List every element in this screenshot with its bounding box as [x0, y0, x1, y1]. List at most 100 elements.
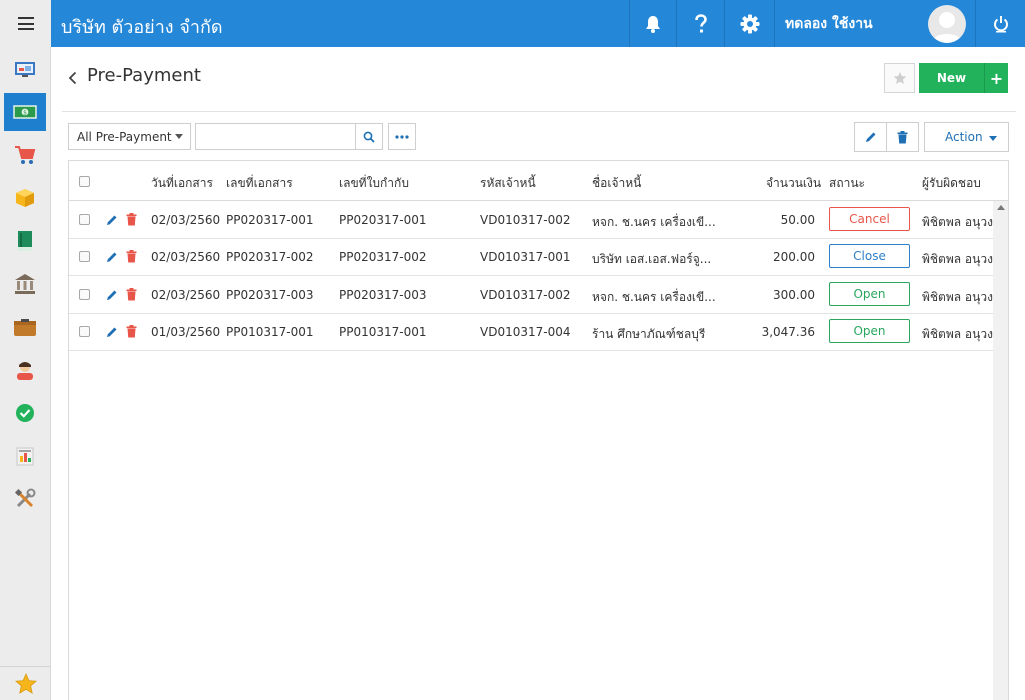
report-icon — [16, 447, 34, 466]
cell-owner: พิชิตพล อนุวงศ์ — [922, 327, 993, 341]
bank-icon — [15, 274, 35, 294]
gear-icon — [740, 14, 759, 33]
cell-doc-no: PP010317-001 — [226, 325, 314, 339]
cell-creditor-name: หจก. ช.นคร เครื่องเขี... — [592, 290, 716, 304]
cell-doc-date: 02/03/2560 — [151, 250, 221, 264]
sidebar-item-dashboard[interactable] — [4, 50, 46, 88]
book-icon — [18, 231, 32, 251]
sidebar-item-book[interactable] — [4, 222, 46, 260]
scroll-up-icon[interactable] — [997, 205, 1005, 210]
table-row[interactable]: 01/03/2560 PP010317-001 PP010317-001 VD0… — [69, 313, 993, 351]
cell-amount: 200.00 — [773, 250, 815, 264]
col-header-doc-date[interactable]: วันที่เอกสาร — [151, 174, 213, 193]
search-button[interactable] — [355, 123, 383, 150]
cell-creditor-code: VD010317-002 — [480, 288, 571, 302]
trash-icon[interactable] — [126, 250, 137, 263]
cell-owner: พิชิตพล อนุวงศ์ — [922, 290, 993, 304]
pencil-icon[interactable] — [106, 326, 118, 338]
logout-button[interactable] — [975, 0, 1025, 47]
sidebar-item-money[interactable]: $ — [4, 93, 46, 131]
pencil-icon[interactable] — [106, 251, 118, 263]
favorites-button[interactable] — [0, 666, 51, 700]
vertical-scrollbar[interactable] — [993, 201, 1008, 700]
cart-icon — [15, 146, 36, 164]
sidebar-item-cart[interactable] — [4, 136, 46, 174]
cell-creditor-code: VD010317-004 — [480, 325, 571, 339]
favorite-button[interactable] — [884, 63, 915, 93]
caret-down-icon — [175, 134, 183, 139]
star-icon — [893, 71, 906, 85]
trash-icon[interactable] — [126, 325, 137, 338]
col-header-invoice-no[interactable]: เลขที่ใบกำกับ — [339, 174, 409, 193]
table-row[interactable]: 02/03/2560 PP020317-001 PP020317-001 VD0… — [69, 201, 993, 239]
person-icon — [17, 362, 33, 380]
action-dropdown[interactable]: Action — [924, 122, 1009, 152]
select-all-checkbox[interactable] — [79, 176, 90, 187]
settings-button[interactable] — [724, 0, 774, 47]
cell-doc-no: PP020317-001 — [226, 213, 314, 227]
table-row[interactable]: 02/03/2560 PP020317-003 PP020317-003 VD0… — [69, 276, 993, 314]
row-checkbox[interactable] — [79, 251, 90, 262]
avatar[interactable] — [928, 5, 966, 43]
trash-icon[interactable] — [126, 288, 137, 301]
sidebar-item-wallet[interactable] — [4, 308, 46, 346]
back-button[interactable] — [68, 71, 77, 88]
col-header-creditor-code[interactable]: รหัสเจ้าหนี้ — [480, 174, 536, 193]
status-badge[interactable]: Open — [829, 319, 910, 343]
filter-select-value: All Pre-Payment — [77, 129, 172, 144]
row-checkbox[interactable] — [79, 214, 90, 225]
search-input[interactable] — [195, 123, 356, 150]
sidebar-item-report[interactable] — [4, 437, 46, 475]
pencil-icon[interactable] — [106, 289, 118, 301]
table-row[interactable]: 02/03/2560 PP020317-002 PP020317-002 VD0… — [69, 238, 993, 276]
status-badge[interactable]: Cancel — [829, 207, 910, 231]
notifications-button[interactable] — [629, 0, 676, 47]
cell-invoice-no: PP020317-002 — [339, 250, 427, 264]
cell-doc-date: 02/03/2560 — [151, 213, 221, 227]
cell-creditor-name: หจก. ช.นคร เครื่องเขี... — [592, 215, 716, 229]
delete-button[interactable] — [886, 122, 919, 152]
trash-icon — [897, 130, 908, 143]
cell-creditor-code: VD010317-002 — [480, 213, 571, 227]
filter-select[interactable]: All Pre-Payment — [68, 123, 191, 150]
edit-button[interactable] — [854, 122, 887, 152]
help-button[interactable] — [676, 0, 724, 47]
data-table: วันที่เอกสาร เลขที่เอกสาร เลขที่ใบกำกับ … — [68, 160, 1009, 700]
trash-icon[interactable] — [126, 213, 137, 226]
row-checkbox[interactable] — [79, 326, 90, 337]
help-icon — [694, 13, 707, 32]
menu-button[interactable] — [0, 0, 51, 47]
sidebar-item-approve[interactable] — [4, 394, 46, 432]
col-header-creditor-name[interactable]: ชื่อเจ้าหนี้ — [592, 174, 641, 193]
cell-invoice-no: PP010317-001 — [339, 325, 427, 339]
col-header-amount[interactable]: จำนวนเงิน — [766, 174, 821, 193]
sidebar-item-bank[interactable] — [4, 265, 46, 303]
col-header-doc-no[interactable]: เลขที่เอกสาร — [226, 174, 293, 193]
svg-text:$: $ — [23, 110, 27, 117]
sidebar-item-person[interactable] — [4, 351, 46, 389]
status-badge[interactable]: Open — [829, 282, 910, 306]
user-name[interactable]: ทดลอง ใช้งาน — [774, 0, 924, 47]
more-options-button[interactable] — [388, 123, 416, 150]
status-badge[interactable]: Close — [829, 244, 910, 268]
col-header-owner[interactable]: ผู้รับผิดชอบ — [922, 174, 981, 193]
action-dropdown-label: Action — [945, 130, 983, 144]
ellipsis-icon — [395, 134, 409, 139]
chevron-left-icon — [68, 71, 77, 85]
wallet-icon — [14, 319, 36, 336]
cell-creditor-name: บริษัท เอส.เอส.ฟอร์จู... — [592, 252, 712, 266]
cell-creditor-name: ร้าน ศึกษาภัณฑ์ชลบุรี — [592, 327, 706, 341]
header-divider — [62, 111, 1016, 112]
sidebar-item-box[interactable] — [4, 179, 46, 217]
add-button[interactable]: + — [985, 63, 1008, 93]
tools-icon — [14, 488, 36, 508]
row-checkbox[interactable] — [79, 289, 90, 300]
col-header-status[interactable]: สถานะ — [829, 174, 865, 193]
pencil-icon[interactable] — [106, 214, 118, 226]
avatar-icon — [932, 12, 962, 43]
cell-doc-no: PP020317-003 — [226, 288, 314, 302]
new-button[interactable]: New — [919, 63, 985, 93]
company-name: บริษัท ตัวอย่าง จำกัด — [61, 17, 223, 38]
cell-invoice-no: PP020317-001 — [339, 213, 427, 227]
sidebar-item-tools[interactable] — [4, 480, 46, 518]
